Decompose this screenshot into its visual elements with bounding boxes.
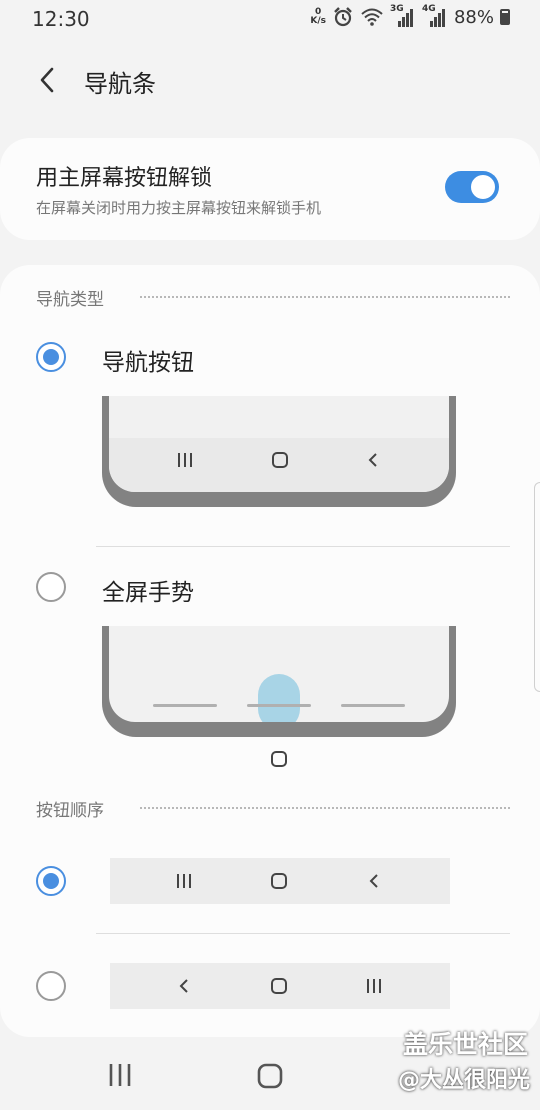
setting-title: 用主屏幕按钮解锁 [36, 166, 213, 191]
status-time: 12:30 [32, 7, 90, 31]
wifi-icon [361, 8, 383, 26]
back-icon [179, 979, 188, 993]
home-button-unlock-toggle[interactable] [445, 171, 499, 203]
option-label-full-screen-gestures[interactable]: 全屏手势 [102, 573, 194, 607]
home-icon [271, 873, 287, 889]
navigation-settings-card: 导航类型 导航按钮 全屏手势 按钮顺序 [0, 265, 540, 1037]
back-arrow-icon[interactable] [36, 66, 60, 94]
signal-3g: 3G [390, 4, 416, 28]
home-icon [272, 452, 288, 468]
watermark-author: @大丛很阳光 [397, 1068, 530, 1093]
home-icon[interactable] [256, 1062, 284, 1090]
section-label-button-order: 按钮顺序 [36, 801, 104, 821]
home-icon [271, 978, 287, 994]
radio-navigation-buttons[interactable] [36, 342, 66, 372]
option-divider [96, 933, 510, 934]
edge-panel-handle[interactable] [534, 482, 540, 692]
gesture-bar-center [247, 704, 311, 707]
signal-bars-icon [397, 9, 413, 27]
option-label-navigation-buttons[interactable]: 导航按钮 [102, 343, 194, 377]
radio-order-back-home-recents[interactable] [36, 971, 66, 1001]
home-button-unlock-setting[interactable]: 用主屏幕按钮解锁 在屏幕关闭时用力按主屏幕按钮来解锁手机 [0, 138, 540, 240]
toggle-knob [469, 173, 497, 201]
app-header: 导航条 [0, 50, 540, 110]
watermark-title: 盖乐世社区 [402, 1030, 528, 1059]
page-title: 导航条 [84, 70, 156, 98]
recents-icon[interactable] [106, 1062, 134, 1088]
back-icon [369, 874, 378, 888]
full-screen-gestures-preview[interactable] [102, 626, 456, 737]
status-bar: 12:30 0 K/s 3G 4G 88% [0, 0, 540, 38]
back-icon [368, 453, 377, 467]
home-icon [271, 751, 287, 767]
radio-full-screen-gestures[interactable] [36, 572, 66, 602]
navigation-buttons-preview[interactable] [102, 396, 456, 507]
section-label-navigation-type: 导航类型 [36, 290, 104, 310]
status-icons: 0 K/s 3G 4G 88% [310, 4, 510, 28]
recents-icon [367, 979, 381, 993]
section-divider-dots [140, 296, 510, 298]
signal-bars-icon [429, 9, 445, 27]
option-divider [96, 546, 510, 547]
setting-subtitle: 在屏幕关闭时用力按主屏幕按钮来解锁手机 [36, 199, 322, 217]
gesture-bar-right [341, 704, 405, 707]
radio-order-recents-home-back[interactable] [36, 866, 66, 896]
recents-icon [177, 874, 191, 888]
battery-percent: 88% [453, 6, 494, 28]
gesture-touch-hint [258, 674, 300, 722]
gesture-bar-left [153, 704, 217, 707]
recents-icon [178, 453, 192, 467]
battery-icon [500, 9, 510, 25]
order-option-back-home-recents[interactable] [110, 963, 450, 1009]
network-speed: 0 K/s [310, 7, 326, 26]
order-option-recents-home-back[interactable] [110, 858, 450, 904]
section-divider-dots [140, 807, 510, 809]
signal-4g: 4G [422, 4, 448, 28]
alarm-icon [334, 7, 352, 27]
